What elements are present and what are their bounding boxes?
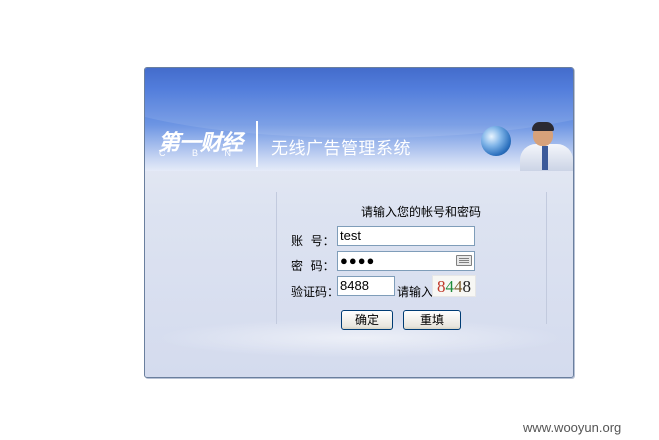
captcha-label: 验证码： [291, 285, 340, 299]
form-left-divider [276, 192, 277, 324]
captcha-char: 4 [454, 277, 463, 296]
captcha-input[interactable]: 8488 [337, 276, 395, 296]
captcha-char: 4 [445, 277, 455, 296]
captcha-char: 8 [462, 277, 472, 296]
keyboard-icon[interactable] [456, 255, 472, 266]
account-label: 账 号： [291, 234, 335, 248]
header-divider [256, 121, 258, 167]
password-label: 密 码： [291, 259, 335, 273]
captcha-hint: 请输入 [397, 285, 434, 299]
captcha-char: 8 [437, 277, 446, 296]
businessman-hair [532, 122, 554, 131]
password-mask: ●●●● [340, 253, 376, 268]
system-title: 无线广告管理系统 [271, 139, 411, 159]
login-panel: 第一财经 C B N 无线广告管理系统 请输入您的帐号和密码 账 号： test… [144, 67, 574, 378]
businessman-tie [542, 146, 548, 170]
header-banner: 第一财经 C B N 无线广告管理系统 [145, 68, 573, 171]
captcha-image[interactable]: 8448 [432, 275, 476, 297]
login-prompt: 请输入您的帐号和密码 [361, 205, 482, 219]
watermark-text: www.wooyun.org [523, 420, 622, 435]
reset-button[interactable]: 重填 [403, 310, 461, 330]
password-input[interactable]: ●●●● [337, 251, 475, 271]
account-input[interactable]: test [337, 226, 475, 246]
cbn-logo-sub: C B N [159, 148, 244, 158]
confirm-button[interactable]: 确定 [341, 310, 393, 330]
globe-icon [481, 126, 511, 156]
form-right-divider [546, 192, 547, 324]
